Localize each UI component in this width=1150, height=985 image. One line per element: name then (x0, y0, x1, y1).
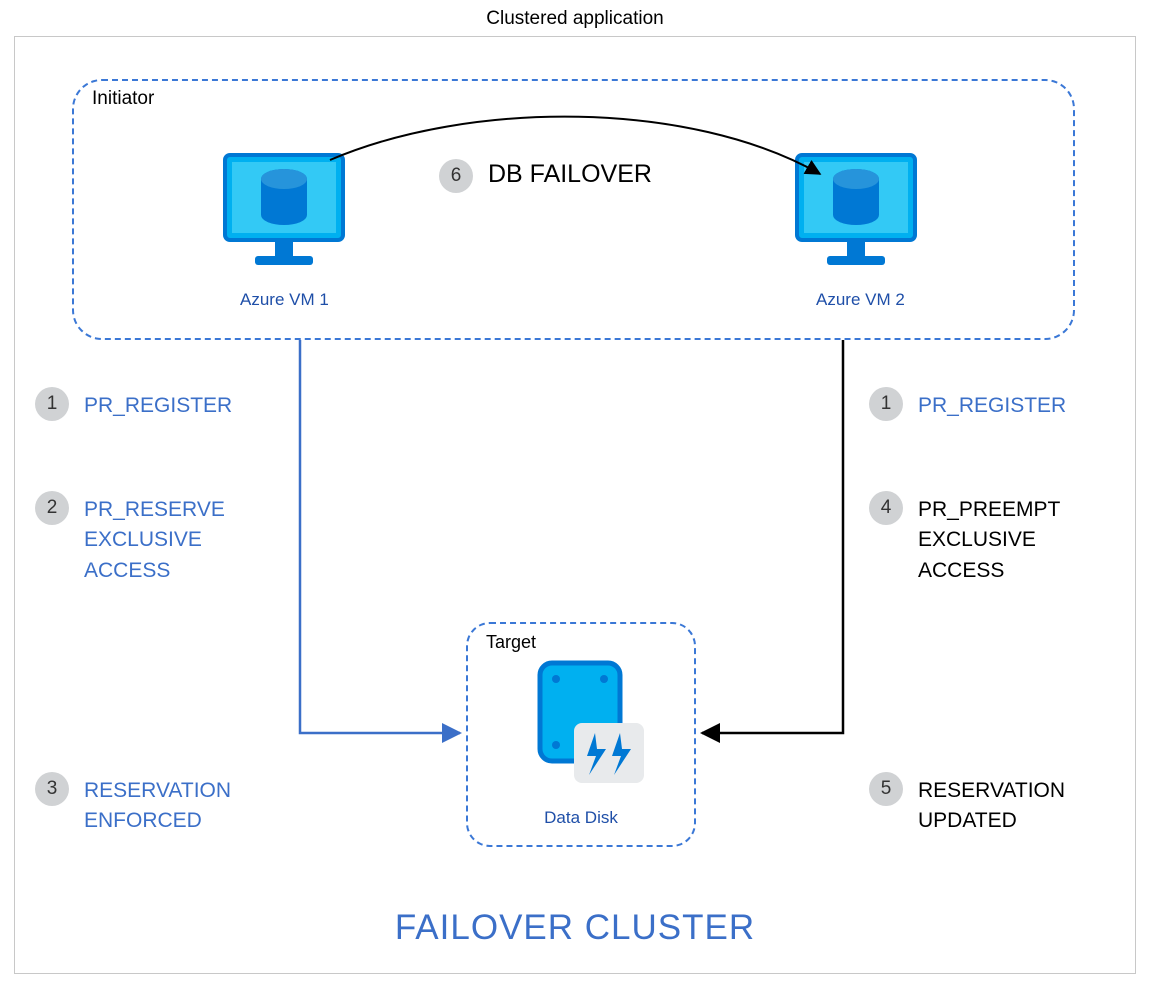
step-text-1-left: PR_REGISTER (84, 391, 232, 421)
step-text-1-right: PR_REGISTER (918, 391, 1066, 421)
step-badge-1-right: 1 (869, 387, 903, 421)
vm1-label: Azure VM 1 (240, 290, 329, 310)
step-badge-4: 4 (869, 491, 903, 525)
step-badge-2: 2 (35, 491, 69, 525)
initiator-label: Initiator (92, 88, 154, 110)
target-label: Target (486, 632, 536, 653)
step-badge-6: 6 (439, 159, 473, 193)
step-badge-5: 5 (869, 772, 903, 806)
footer-title: FAILOVER CLUSTER (0, 908, 1150, 948)
vm2-label: Azure VM 2 (816, 290, 905, 310)
step-text-3: RESERVATION ENFORCED (84, 776, 231, 837)
step-text-4: PR_PREEMPT EXCLUSIVE ACCESS (918, 495, 1060, 586)
step-text-2: PR_RESERVE EXCLUSIVE ACCESS (84, 495, 225, 586)
data-disk-label: Data Disk (466, 808, 696, 828)
step-badge-3: 3 (35, 772, 69, 806)
step-text-5: RESERVATION UPDATED (918, 776, 1065, 837)
diagram-title: Clustered application (0, 8, 1150, 30)
initiator-box (72, 79, 1075, 340)
step-badge-1-left: 1 (35, 387, 69, 421)
db-failover-label: DB FAILOVER (488, 160, 652, 189)
